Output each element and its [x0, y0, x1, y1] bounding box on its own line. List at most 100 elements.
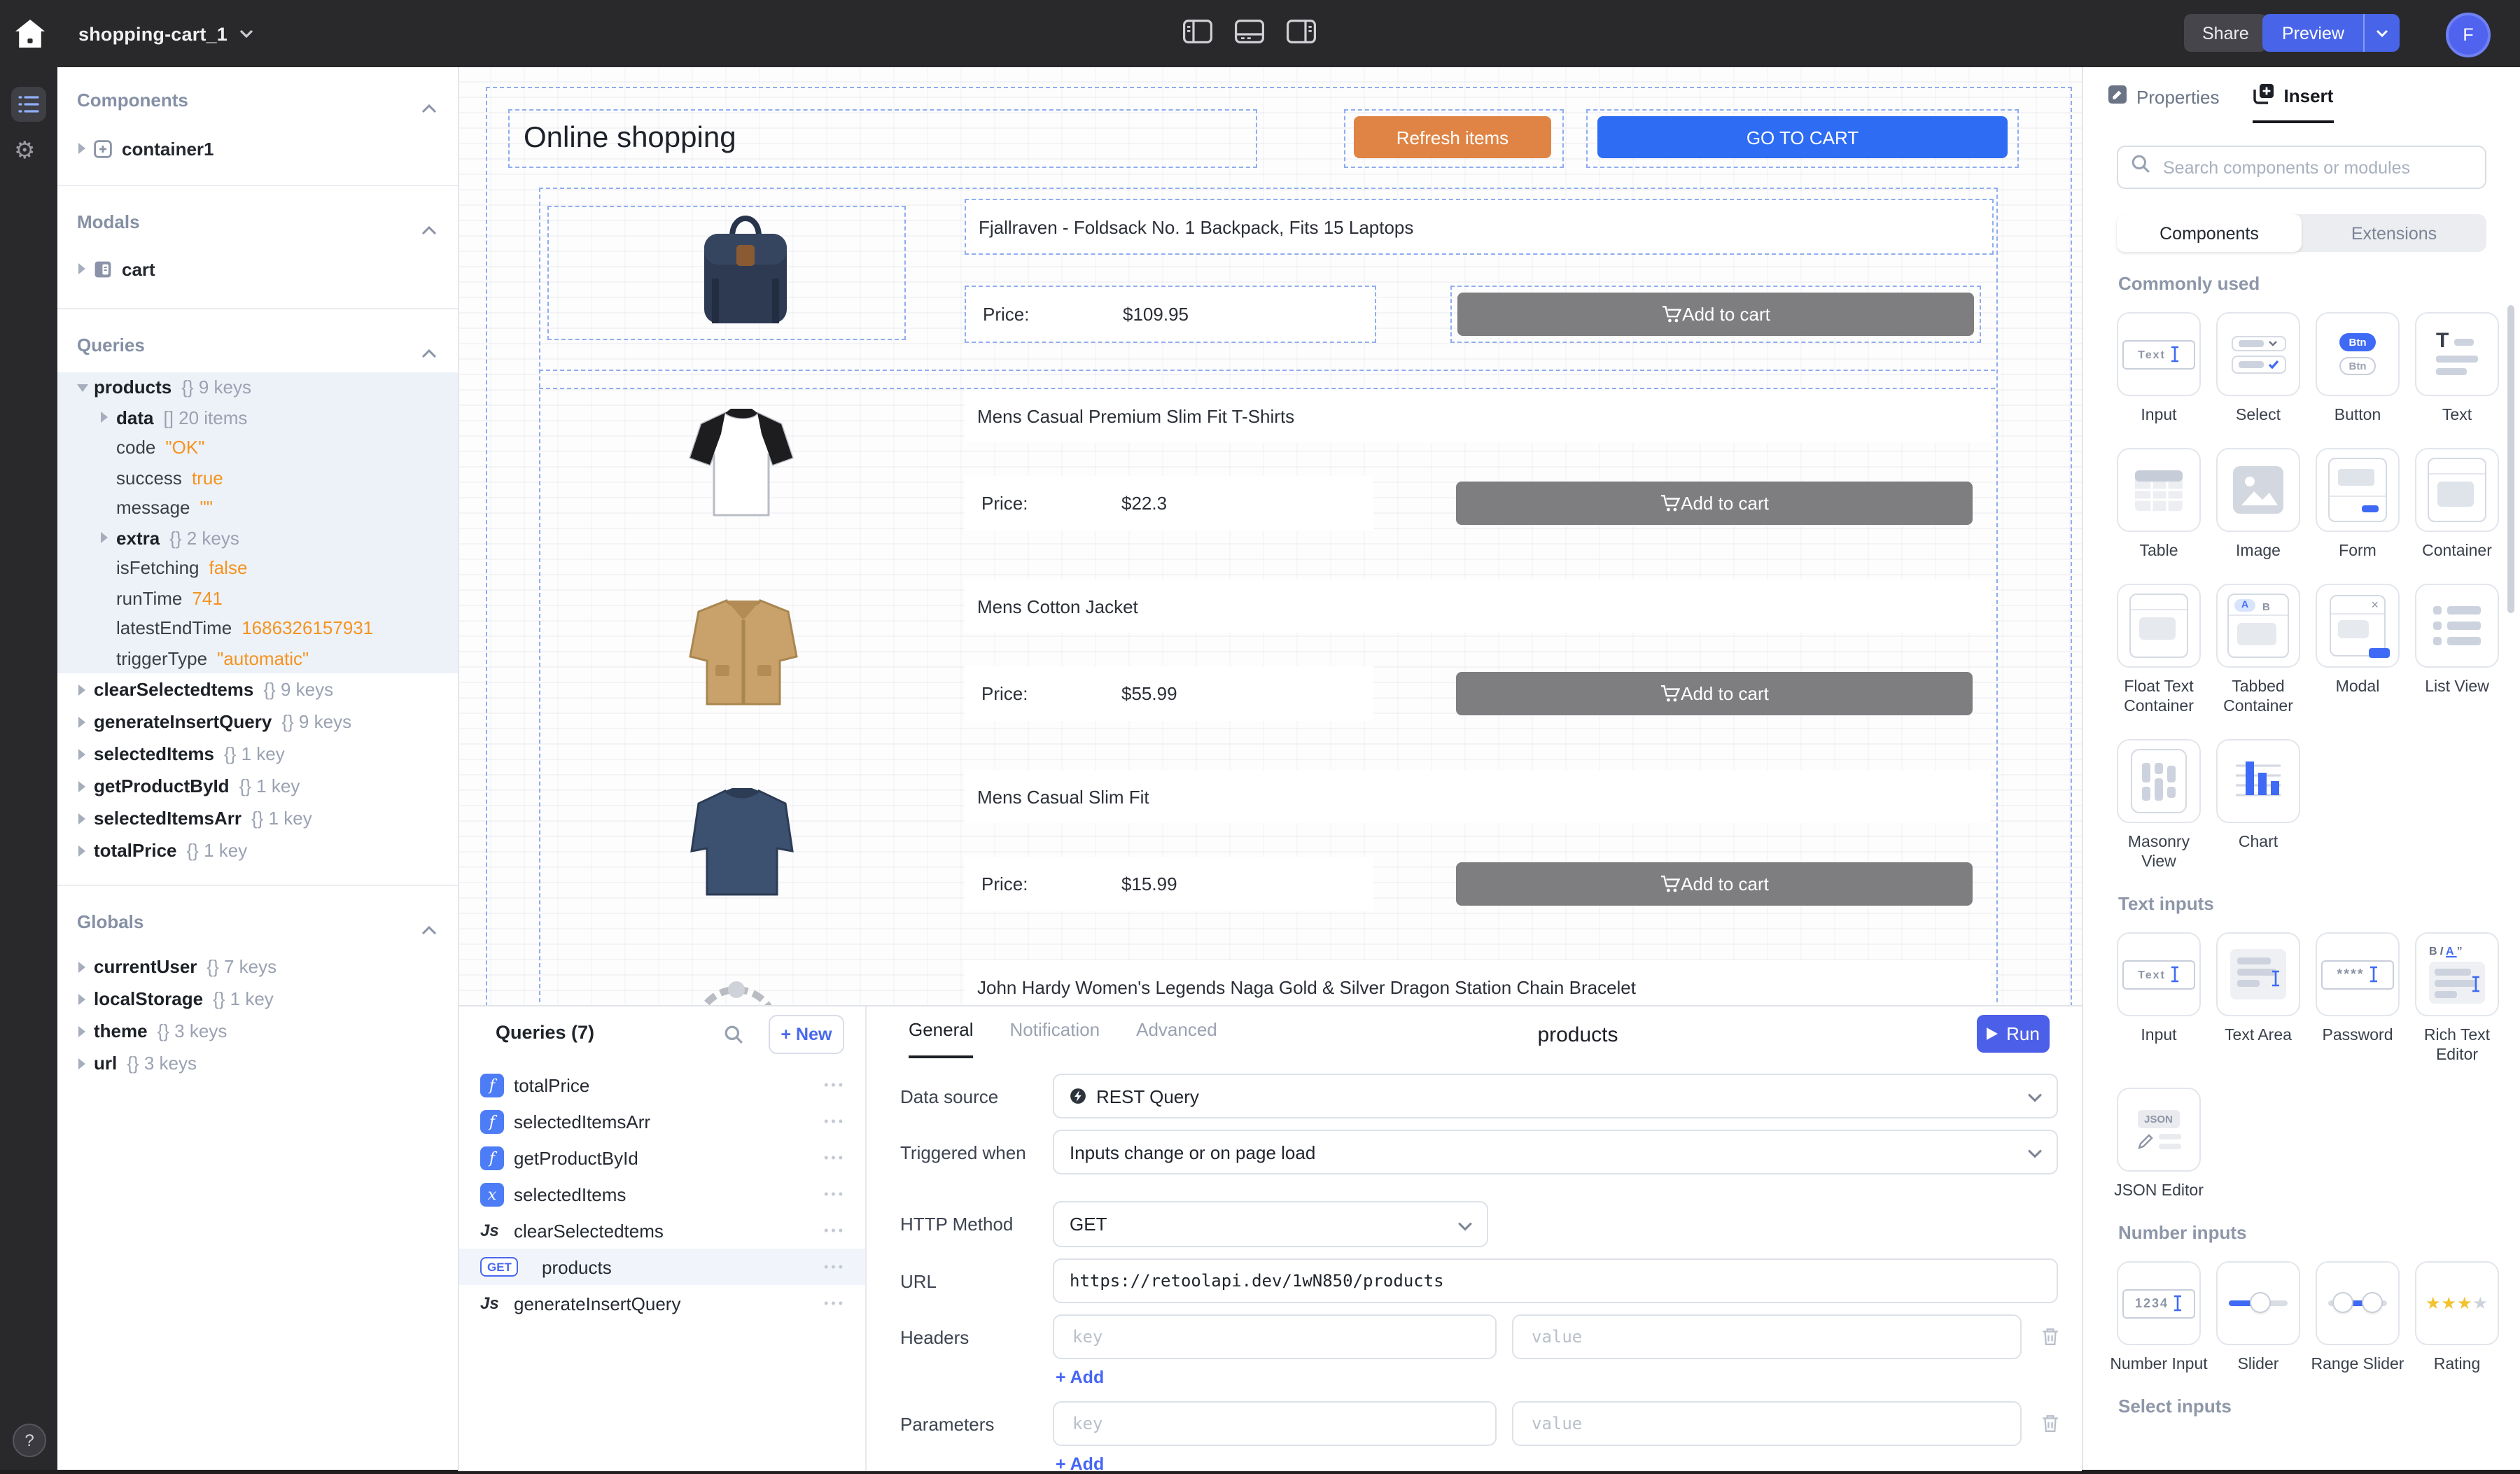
component-card-text-area[interactable]: Text Area [2209, 932, 2307, 1065]
segment-components[interactable]: Components [2117, 214, 2302, 252]
more-options-icon[interactable]: ••• [824, 1296, 846, 1310]
toggle-right-panel-icon[interactable] [1287, 20, 1316, 50]
tree-node-products[interactable]: products {} 9 keys [57, 372, 458, 402]
caret-right-icon[interactable] [77, 748, 94, 759]
sidebar-item-cart[interactable]: cart [57, 252, 458, 286]
segment-extensions[interactable]: Extensions [2302, 214, 2486, 252]
queries-section-header[interactable]: Queries [57, 329, 458, 360]
tab-insert[interactable]: Insert [2253, 67, 2334, 123]
component-card-chart[interactable]: Chart [2209, 739, 2307, 872]
component-card-container[interactable]: Container [2408, 448, 2506, 561]
tree-node-success[interactable]: success true [57, 463, 458, 493]
parameter-value-field[interactable] [1512, 1401, 2022, 1446]
tree-node-selectedItemsArr[interactable]: selectedItemsArr {} 1 key [57, 802, 458, 834]
share-button[interactable]: Share [2184, 14, 2267, 52]
home-icon[interactable] [15, 20, 45, 48]
component-card-button[interactable]: Btn Btn Button [2309, 312, 2407, 426]
app-name-chevron-icon[interactable] [239, 29, 253, 38]
tree-node-data[interactable]: data [] 20 items [57, 402, 458, 433]
preview-chevron-icon[interactable] [2365, 14, 2400, 52]
query-list-item-generateInsertQuery[interactable]: Js generateInsertQuery ••• [458, 1285, 865, 1321]
component-card-password[interactable]: **** Password [2309, 932, 2407, 1065]
component-card-image[interactable]: Image [2209, 448, 2307, 561]
component-card-modal[interactable]: × Modal [2309, 584, 2407, 717]
toggle-left-panel-icon[interactable] [1183, 20, 1212, 50]
tree-node-url[interactable]: url {} 3 keys [57, 1047, 458, 1079]
more-options-icon[interactable]: ••• [824, 1260, 846, 1274]
app-canvas[interactable]: Online shopping Refresh items GO TO CART… [458, 67, 2082, 1005]
component-card-json-editor[interactable]: JSON JSON Editor [2110, 1088, 2208, 1201]
collapse-chevron-icon[interactable] [421, 917, 437, 942]
toggle-bottom-panel-icon[interactable] [1235, 20, 1264, 50]
url-field[interactable]: https://retoolapi.dev/1wN850/products [1053, 1258, 2058, 1303]
component-card-select[interactable]: Select [2209, 312, 2307, 426]
run-query-button[interactable]: Run [1977, 1015, 2050, 1053]
tree-node-currentUser[interactable]: currentUser {} 7 keys [57, 950, 458, 983]
components-section-header[interactable]: Components [57, 84, 458, 115]
parameter-key-field[interactable] [1053, 1401, 1497, 1446]
component-card-text[interactable]: T Text [2408, 312, 2506, 426]
component-card-masonry-view[interactable]: Masonry View [2110, 739, 2208, 872]
query-list-item-getProductById[interactable]: f getProductById ••• [458, 1139, 865, 1176]
header-value-field[interactable] [1512, 1314, 2022, 1359]
add-parameter-link[interactable]: + Add [1056, 1454, 1104, 1474]
delete-header-icon[interactable] [2041, 1327, 2059, 1354]
tree-node-selectedItems[interactable]: selectedItems {} 1 key [57, 738, 458, 770]
parameter-value-input[interactable] [1529, 1412, 2005, 1435]
collapse-chevron-icon[interactable] [421, 340, 437, 365]
component-card-slider[interactable]: Slider [2209, 1261, 2307, 1375]
caret-right-icon[interactable] [77, 845, 94, 856]
more-options-icon[interactable]: ••• [824, 1187, 846, 1201]
new-query-button[interactable]: + New [769, 1015, 844, 1054]
caret-right-icon[interactable] [99, 412, 116, 423]
settings-gear-icon[interactable]: ⚙ [14, 137, 36, 165]
caret-right-icon[interactable] [77, 961, 94, 972]
header-key-field[interactable] [1053, 1314, 1497, 1359]
header-key-input[interactable] [1070, 1326, 1480, 1348]
tab-general[interactable]: General [909, 1019, 974, 1058]
explorer-panel-icon[interactable] [11, 87, 46, 122]
more-options-icon[interactable]: ••• [824, 1114, 846, 1128]
caret-right-icon[interactable] [77, 716, 94, 727]
caret-right-icon[interactable] [99, 532, 116, 544]
add-to-cart-button[interactable]: Add to cart [1456, 862, 1973, 906]
caret-right-icon[interactable] [77, 780, 94, 792]
component-card-range-slider[interactable]: Range Slider [2309, 1261, 2407, 1375]
component-card-input[interactable]: Text Input [2110, 312, 2208, 426]
tree-node-generateInsertQuery[interactable]: generateInsertQuery {} 9 keys [57, 706, 458, 738]
component-search-input[interactable] [2160, 156, 2472, 178]
tree-node-totalPrice[interactable]: totalPrice {} 1 key [57, 834, 458, 866]
parameter-key-input[interactable] [1070, 1412, 1480, 1435]
app-name[interactable]: shopping-cart_1 [78, 23, 227, 44]
tab-advanced[interactable]: Advanced [1136, 1019, 1217, 1058]
tree-node-message[interactable]: message "" [57, 493, 458, 523]
triggered-when-select[interactable]: Inputs change or on page load [1053, 1130, 2058, 1174]
query-list-item-totalPrice[interactable]: f totalPrice ••• [458, 1067, 865, 1103]
tab-properties[interactable]: Properties [2107, 67, 2220, 123]
more-options-icon[interactable]: ••• [824, 1078, 846, 1092]
query-list-item-products[interactable]: GET products ••• [458, 1249, 865, 1285]
collapse-chevron-icon[interactable] [421, 217, 437, 242]
component-card-rating[interactable]: ★★★ ★ Rating [2408, 1261, 2506, 1375]
tree-node-isFetching[interactable]: isFetching false [57, 553, 458, 583]
tree-node-triggerType[interactable]: triggerType "automatic" [57, 643, 458, 673]
http-method-select[interactable]: GET [1053, 1201, 1488, 1247]
globals-section-header[interactable]: Globals [57, 906, 458, 936]
caret-right-icon[interactable] [77, 263, 94, 274]
tree-node-localStorage[interactable]: localStorage {} 1 key [57, 983, 458, 1015]
tree-node-getProductById[interactable]: getProductById {} 1 key [57, 770, 458, 802]
component-search-box[interactable] [2117, 146, 2486, 189]
tree-node-code[interactable]: code "OK" [57, 433, 458, 463]
more-options-icon[interactable]: ••• [824, 1223, 846, 1237]
query-list-item-selectedItemsArr[interactable]: f selectedItemsArr ••• [458, 1103, 865, 1139]
component-card-rich-text-editor[interactable]: BIA” Rich Text Editor [2408, 932, 2506, 1065]
tree-node-theme[interactable]: theme {} 3 keys [57, 1015, 458, 1047]
component-card-list-view[interactable]: List View [2408, 584, 2506, 717]
modals-section-header[interactable]: Modals [57, 206, 458, 237]
page-title-component[interactable]: Online shopping [508, 109, 1257, 168]
add-header-link[interactable]: + Add [1056, 1368, 1104, 1387]
header-value-input[interactable] [1529, 1326, 2005, 1348]
caret-right-icon[interactable] [77, 1025, 94, 1037]
add-to-cart-button[interactable]: Add to cart [1457, 293, 1974, 336]
add-to-cart-button[interactable]: Add to cart [1456, 672, 1973, 715]
